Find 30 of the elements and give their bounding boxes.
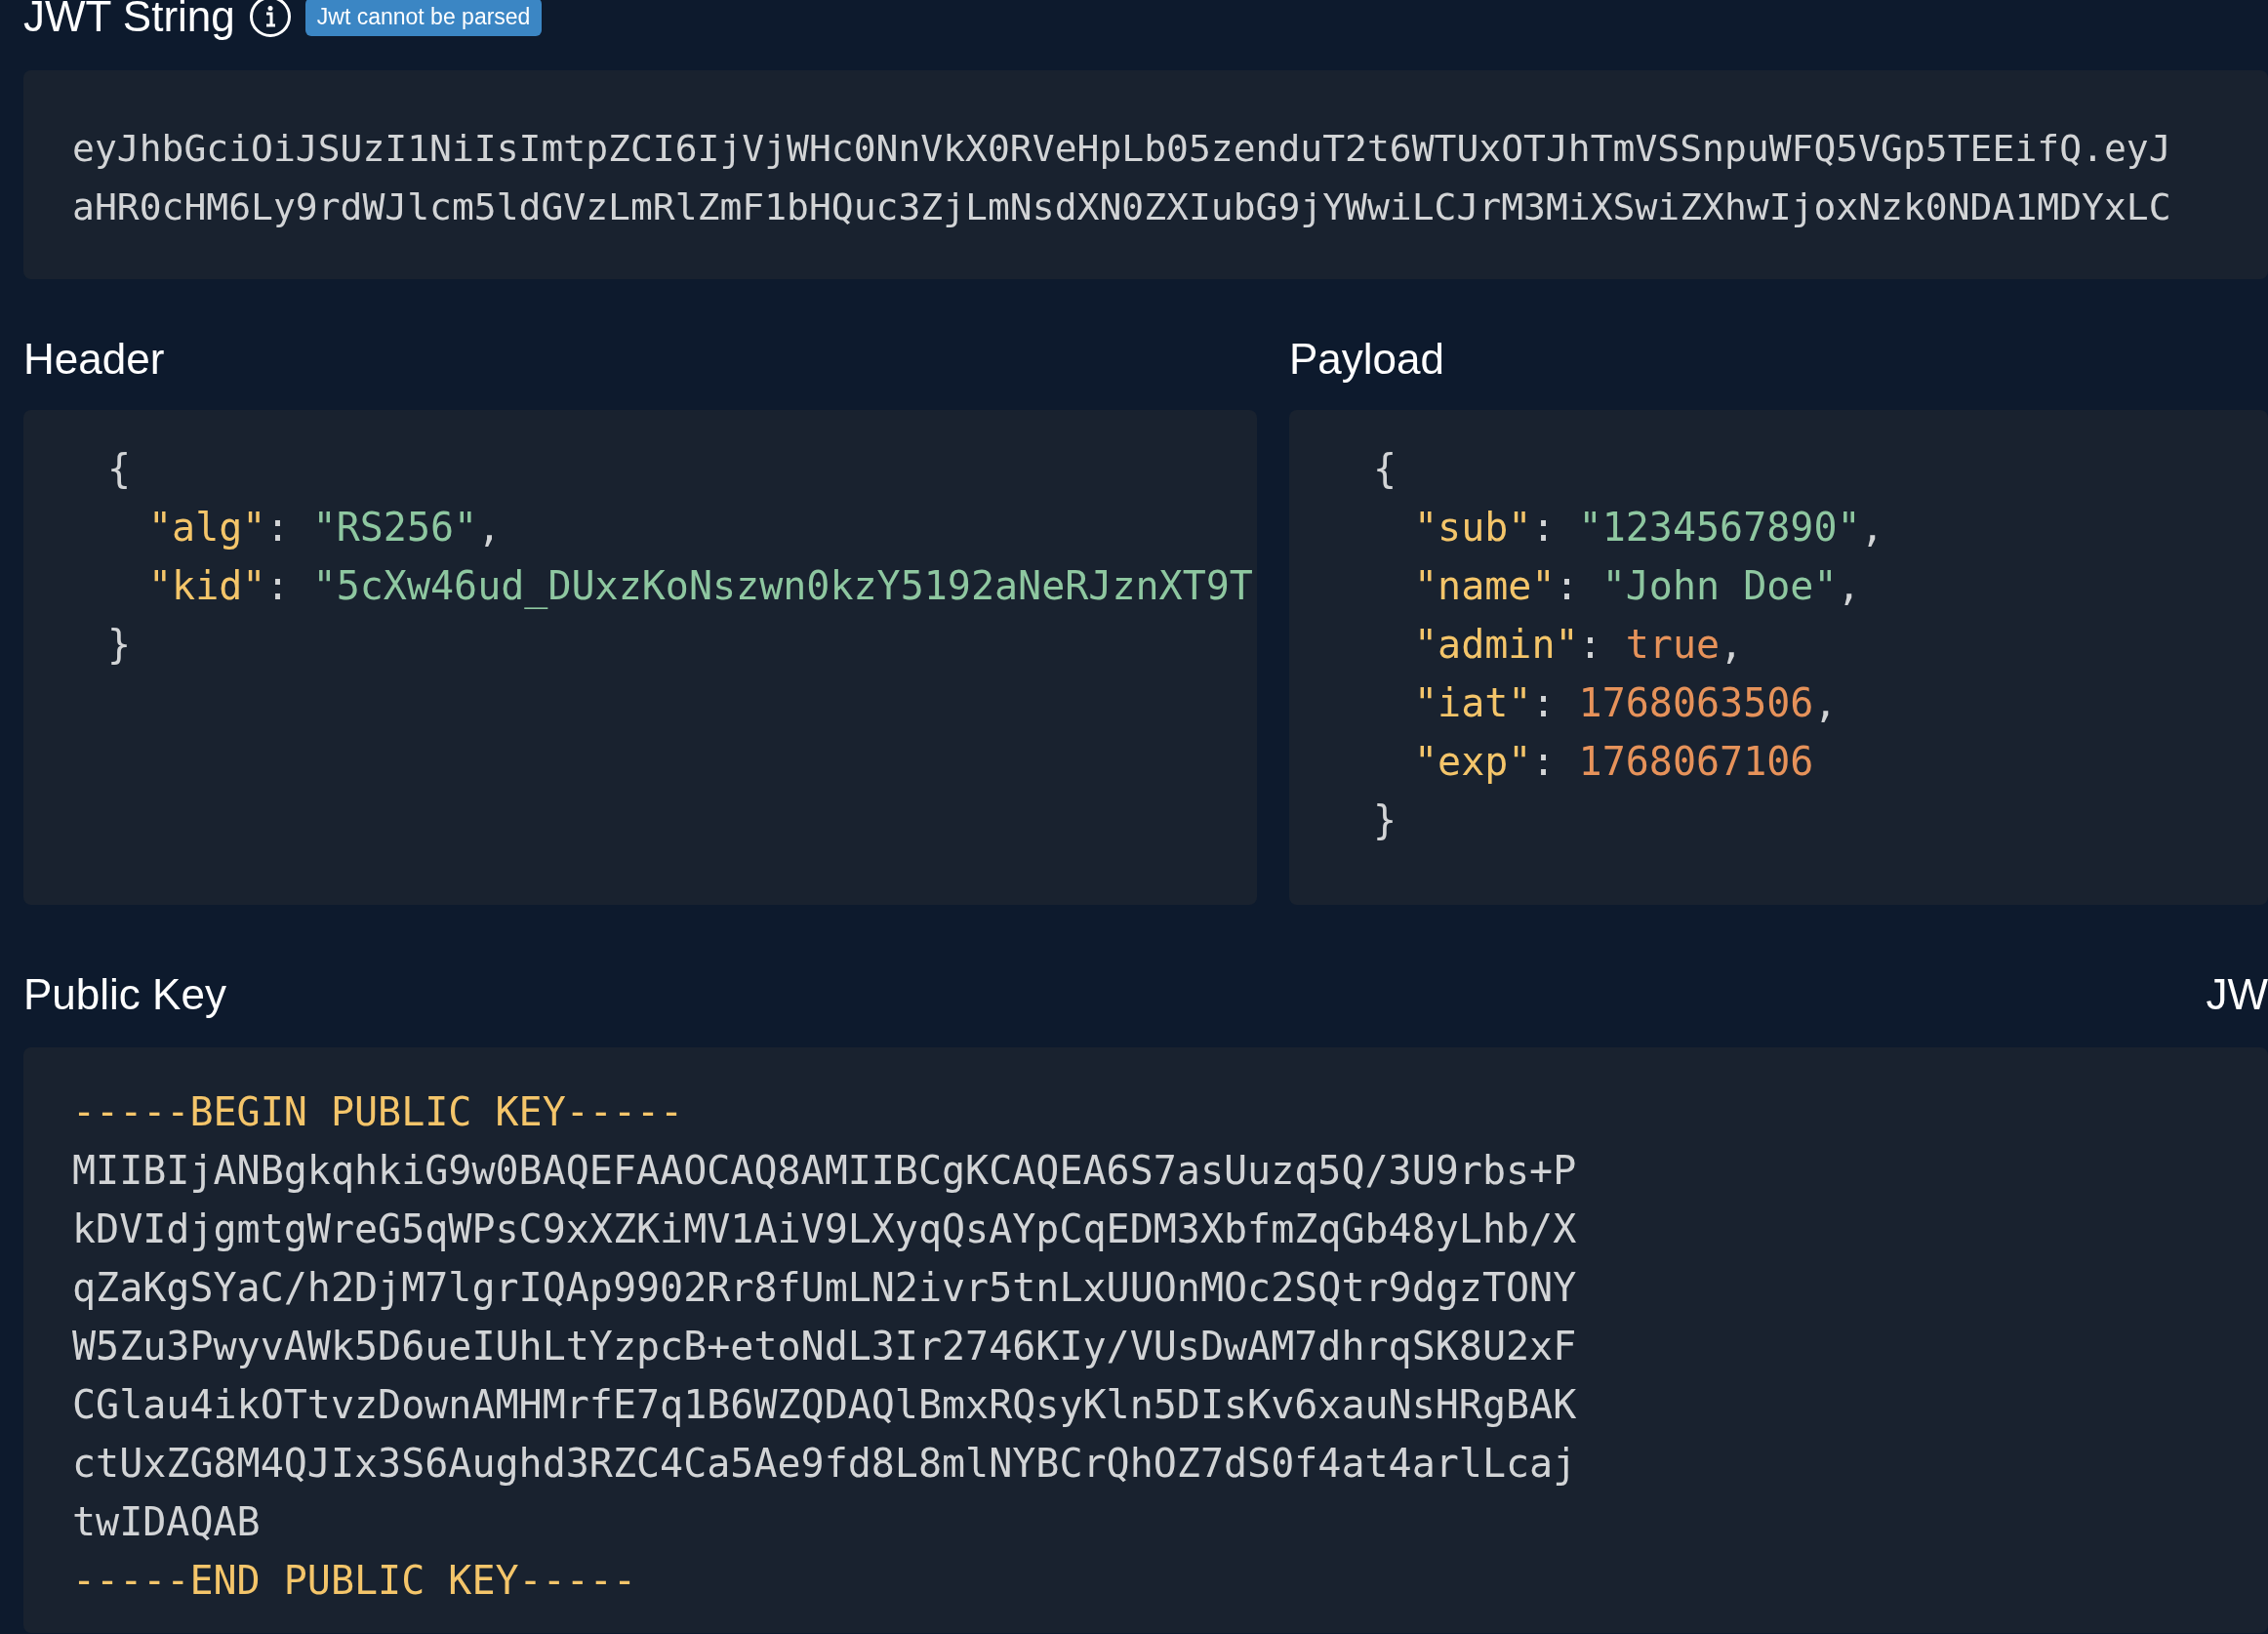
code-line: } xyxy=(1373,797,1397,845)
code-line: qZaKgSYaC/h2DjM7lgrIQAp9902Rr8fUmLN2ivr5tnLxUUOnMOc2SQtr9dgzTONY xyxy=(72,1264,1577,1313)
code-line: CGlau4ikOTtvzDownAMHMrfE7q1B6WZQDAQlBmxRQsyKln5DIsKv6xauNsHRgBAK xyxy=(72,1381,1577,1430)
section-title: Payload xyxy=(1289,336,1445,384)
section-title: Public Key xyxy=(23,971,226,1019)
error-badge: Jwt cannot be parsed xyxy=(304,0,543,36)
jwt-text-area[interactable]: eyJhbGciOiJSUzI1NiIsImtpZCI6IjVjWHc0NnVkX0RVeHpLb05zenduT2t6WTUxOTJhTmVSSnpuWFQ5VGp5TEEifQ.eyJ aHR0cHM6Ly9rdWJlcm5ldGVzLmRlZmF1bHQuc3ZjLmNsdXN0ZXIubG9jYWwiLCJrM3MiXSwiZXhwIjoxNzk0NDA1MDYxLC xyxy=(23,70,2268,279)
info-icon[interactable] xyxy=(248,0,292,38)
code-line: aHR0cHM6Ly9rdWJlcm5ldGVzLmRlZmF1bHQuc3ZjLmNsdXN0ZXIubG9jYWwiLCJrM3MiXSwiZXhwIjoxNzk0NDA1MDYxLC xyxy=(72,184,2171,230)
code-line: twIDAQAB xyxy=(72,1498,261,1547)
code-line: { xyxy=(107,445,132,494)
code-line: -----END PUBLIC KEY----- xyxy=(72,1557,636,1606)
code-line: "kid": "5cXw46ud_DUxzKoNszwn0kzY5192aNeRJznXT9T xyxy=(148,562,1253,611)
code-line: "admin": true, xyxy=(1414,621,1744,670)
code-line: "sub": "1234567890", xyxy=(1414,504,1884,552)
code-line: kDVIdjgmtgWreG5qWPsC9xXZKiMV1AiV9LXyqQsAYpCqEDM3XbfmZqGb48yLhb/X xyxy=(72,1205,1577,1254)
code-line: "exp": 1768067106 xyxy=(1414,738,1814,787)
code-line: MIIBIjANBgkqhkiG9w0BAQEFAAOCAQ8AMIIBCgKCAQEA6S7asUuzq5Q/3U9rbs+P xyxy=(72,1147,1577,1196)
code-line: } xyxy=(107,621,132,670)
code-line: ctUxZG8M4QJIx3S6Aughd3RZC4Ca5Ae9fd8L8mlNYBCrQhOZ7dS0f4at4arlLcaj xyxy=(72,1440,1577,1489)
code-line: { xyxy=(1373,445,1397,494)
section-title: JWT String xyxy=(23,0,235,41)
code-line: "alg": "RS256", xyxy=(148,504,502,552)
code-line: W5Zu3PwyvAWk5D6ueIUhLtYzpcB+etoNdL3Ir2746KIy/VUsDwAM7dhrqSK8U2xF xyxy=(72,1323,1577,1371)
section-title: JW xyxy=(2206,971,2268,1019)
code-line: eyJhbGciOiJSUzI1NiIsImtpZCI6IjVjWHc0NnVkX0RVeHpLb05zenduT2t6WTUxOTJhTmVSSnpuWFQ5VGp5TEEifQ.eyJ xyxy=(72,126,2171,172)
code-line: "iat": 1768063506, xyxy=(1414,679,1838,728)
section-title: Header xyxy=(23,336,166,384)
code-line: -----BEGIN PUBLIC KEY----- xyxy=(72,1088,684,1137)
code-line: "name": "John Doe", xyxy=(1414,562,1861,611)
